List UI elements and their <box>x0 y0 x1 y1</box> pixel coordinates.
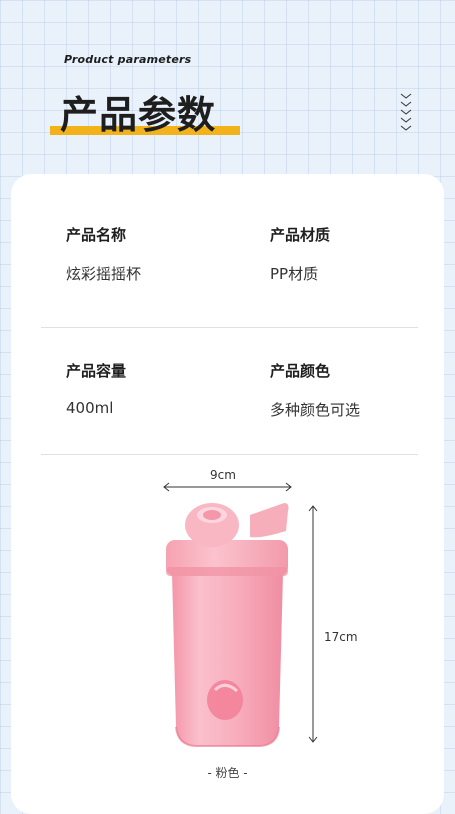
width-dimension-line <box>163 482 292 492</box>
height-dimension-line <box>308 505 318 743</box>
width-label: 9cm <box>210 468 236 482</box>
divider <box>41 327 418 328</box>
shaker-bottle-image <box>166 503 289 747</box>
divider <box>41 454 418 455</box>
param-value: 多种颜色可选 <box>270 401 361 419</box>
param-value: PP材质 <box>270 265 319 283</box>
param-value: 400ml <box>66 399 114 417</box>
param-value: 炫彩摇摇杯 <box>66 265 142 283</box>
param-color: 产品颜色 多种颜色可选 <box>270 360 360 420</box>
param-label: 产品名称 <box>66 226 127 244</box>
param-label: 产品容量 <box>66 362 127 380</box>
param-label: 产品颜色 <box>270 362 331 380</box>
param-capacity: 产品容量 400ml <box>66 360 126 417</box>
param-name: 产品名称 炫彩摇摇杯 <box>66 224 141 284</box>
page-title: 产品参数 <box>60 93 217 137</box>
page-subtitle: Product parameters <box>64 53 192 66</box>
chevron-down-icon <box>400 93 412 131</box>
param-material: 产品材质 PP材质 <box>270 224 330 284</box>
height-label: 17cm <box>324 630 358 644</box>
page-title-block: 产品参数 <box>50 90 250 140</box>
color-caption: - 粉色 - <box>207 766 248 780</box>
param-label: 产品材质 <box>270 226 331 244</box>
